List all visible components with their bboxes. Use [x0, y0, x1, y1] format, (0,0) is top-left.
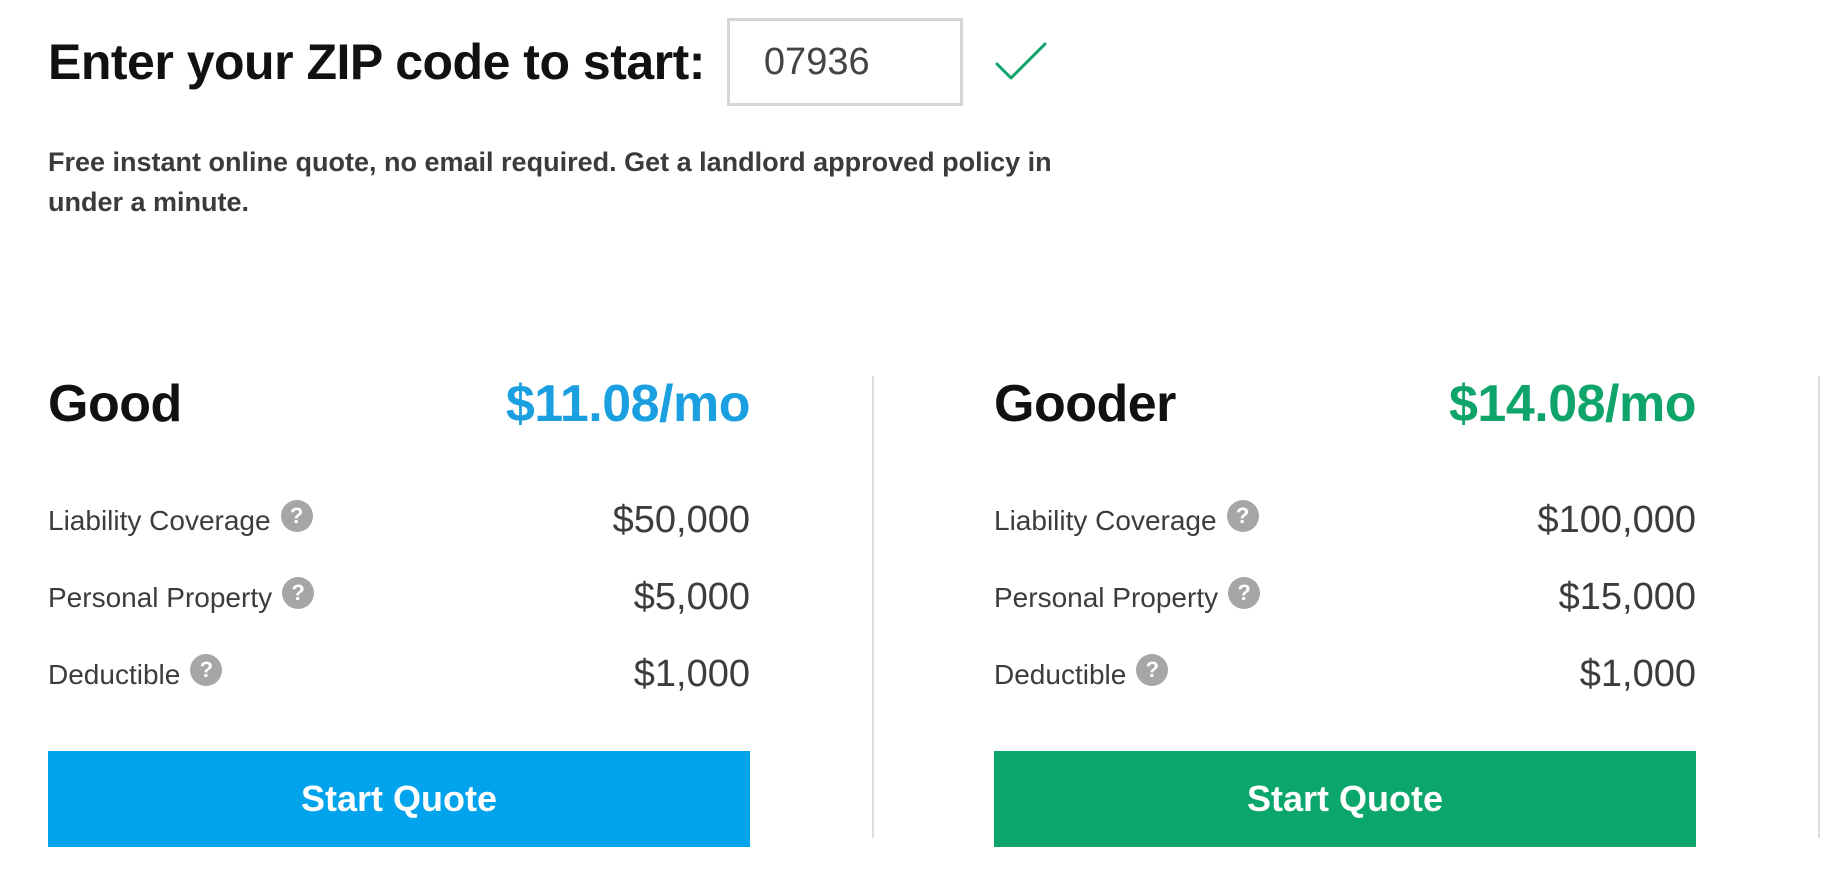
coverage-value: $50,000 — [612, 499, 750, 541]
coverage-label-wrap: Deductible ? — [48, 653, 223, 691]
coverage-label: Deductible — [994, 658, 1127, 690]
coverage-label-wrap: Liability Coverage ? — [48, 499, 313, 537]
coverage-value: $5,000 — [633, 576, 750, 618]
help-icon[interactable]: ? — [282, 576, 315, 609]
start-quote-button-gooder[interactable]: Start Quote — [994, 751, 1696, 847]
coverage-label: Personal Property — [48, 581, 273, 613]
coverage-row-deductible: Deductible ? $1,000 — [48, 636, 750, 713]
coverage-value: $15,000 — [1558, 576, 1696, 618]
help-icon[interactable]: ? — [1226, 499, 1259, 532]
quote-page: Enter your ZIP code to start: Free insta… — [0, 0, 1824, 874]
coverage-label: Liability Coverage — [994, 504, 1217, 536]
coverage-row-personal-property: Personal Property ? $15,000 — [994, 559, 1696, 636]
start-quote-button-good[interactable]: Start Quote — [48, 751, 750, 847]
help-icon[interactable]: ? — [280, 499, 313, 532]
coverage-row-liability: Liability Coverage ? $100,000 — [994, 482, 1696, 559]
plan-header: Good $11.08/mo — [48, 374, 751, 444]
plan-name: Good — [48, 375, 182, 433]
coverage-value: $100,000 — [1537, 499, 1697, 541]
zip-row: Enter your ZIP code to start: — [48, 14, 1049, 110]
coverage-row-liability: Liability Coverage ? $50,000 — [48, 482, 750, 559]
plan-price: $14.08/mo — [1449, 375, 1697, 433]
coverage-label-wrap: Personal Property ? — [48, 576, 315, 614]
coverage-label-wrap: Deductible ? — [994, 653, 1169, 691]
help-icon[interactable]: ? — [1228, 576, 1261, 609]
coverage-list: Liability Coverage ? $50,000 Personal Pr… — [48, 482, 750, 713]
tagline: Free instant online quote, no email requ… — [48, 147, 1052, 217]
help-icon[interactable]: ? — [190, 653, 223, 686]
coverage-row-personal-property: Personal Property ? $5,000 — [48, 559, 750, 636]
plan-card-good: Good $11.08/mo Liability Coverage ? $50,… — [48, 374, 751, 847]
plan-card-gooder: Gooder $14.08/mo Liability Coverage ? $1… — [994, 374, 1697, 847]
plan-divider — [1818, 376, 1820, 838]
coverage-label: Deductible — [48, 658, 181, 690]
check-icon — [993, 40, 1049, 84]
coverage-label: Personal Property — [994, 581, 1219, 613]
zip-input[interactable] — [726, 18, 963, 106]
plan-divider — [872, 376, 874, 838]
coverage-value: $1,000 — [633, 653, 750, 695]
plan-header: Gooder $14.08/mo — [994, 374, 1697, 444]
coverage-label-wrap: Personal Property ? — [994, 576, 1261, 614]
plan-name: Gooder — [994, 375, 1176, 433]
plan-price: $11.08/mo — [505, 375, 751, 433]
coverage-row-deductible: Deductible ? $1,000 — [994, 636, 1696, 713]
zip-heading: Enter your ZIP code to start: — [48, 34, 705, 90]
coverage-label-wrap: Liability Coverage ? — [994, 499, 1259, 537]
coverage-list: Liability Coverage ? $100,000 Personal P… — [994, 482, 1696, 713]
coverage-label: Liability Coverage — [48, 504, 271, 536]
help-icon[interactable]: ? — [1136, 653, 1169, 686]
coverage-value: $1,000 — [1579, 653, 1696, 695]
